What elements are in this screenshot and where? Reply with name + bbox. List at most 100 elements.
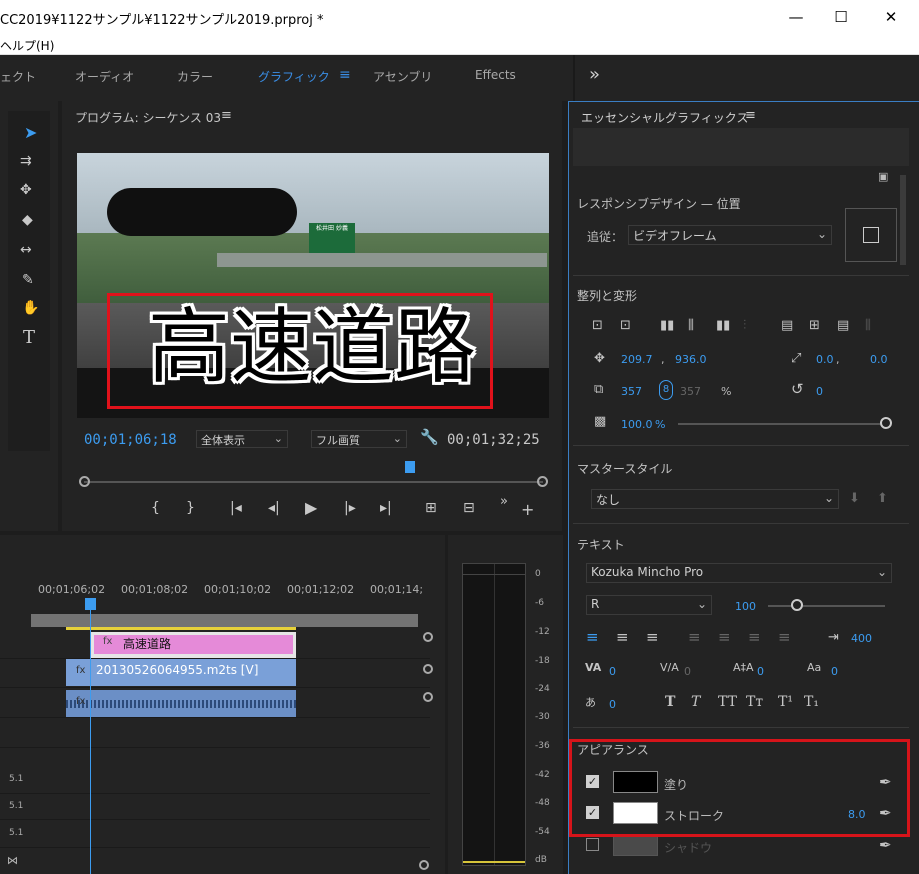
mark-in-icon[interactable]: {: [151, 500, 160, 516]
nav-end-icon[interactable]: ⋈: [7, 854, 18, 867]
essential-graphics-title[interactable]: エッセンシャルグラフィックス: [581, 109, 748, 126]
opacity-slider[interactable]: [678, 423, 884, 425]
more-controls-icon[interactable]: »: [500, 494, 508, 509]
justify-all-icon[interactable]: ≡: [778, 628, 791, 646]
scroll-handle-icon[interactable]: [423, 664, 433, 674]
go-to-out-icon[interactable]: ▸|: [380, 500, 392, 516]
leading-value[interactable]: 0: [757, 665, 764, 678]
push-style-icon[interactable]: ⬇: [849, 491, 860, 506]
layer-list[interactable]: [573, 128, 909, 166]
tab-assembly[interactable]: アセンブリ: [373, 68, 432, 85]
align-text-center-icon[interactable]: ≡: [616, 628, 629, 646]
align-center-icon[interactable]: ⊞: [809, 318, 820, 333]
tab-effects[interactable]: Effects: [475, 68, 516, 82]
font-style-select[interactable]: R ⌄: [586, 595, 712, 615]
step-forward-icon[interactable]: |▸: [344, 500, 356, 516]
eyedropper-icon[interactable]: ✒: [879, 836, 892, 854]
new-layer-icon[interactable]: ▣: [878, 170, 888, 183]
justify-center-icon[interactable]: ≡: [718, 628, 731, 646]
align-text-left-icon[interactable]: ≡: [586, 628, 599, 646]
font-size-value[interactable]: 100: [735, 600, 756, 613]
italic-button[interactable]: T: [691, 694, 700, 710]
scroll-handle-icon[interactable]: [423, 692, 433, 702]
opacity-value[interactable]: 100.0: [621, 418, 653, 431]
align-text-right-icon[interactable]: ≡: [646, 628, 659, 646]
program-monitor-title[interactable]: プログラム: シーケンス 03: [75, 109, 221, 126]
align-left-icon[interactable]: ▤: [781, 318, 793, 333]
hamburger-icon[interactable]: ≡: [339, 67, 351, 83]
tab-effects-partial[interactable]: ェクト: [0, 68, 36, 85]
small-caps-button[interactable]: Tт: [746, 694, 763, 710]
scale-value[interactable]: 357: [621, 385, 642, 398]
tab-width-value[interactable]: 400: [851, 632, 872, 645]
panel-scrollbar[interactable]: [900, 175, 906, 265]
tab-audio[interactable]: オーディオ: [75, 68, 134, 85]
selection-tool-icon[interactable]: ➤: [24, 123, 37, 142]
sync-style-icon[interactable]: ⬆: [877, 491, 888, 506]
tab-color[interactable]: カラー: [177, 68, 213, 85]
superscript-button[interactable]: T¹: [778, 694, 793, 710]
align-right-icon[interactable]: ▤: [837, 318, 849, 333]
wrench-icon[interactable]: 🔧: [420, 428, 439, 446]
graphic-clip[interactable]: fx 高速道路: [91, 632, 296, 658]
panel-menu-icon[interactable]: ≡: [745, 108, 756, 123]
play-icon[interactable]: ▶: [305, 498, 317, 517]
audio-clip[interactable]: fx: [66, 690, 296, 717]
opacity-slider-handle[interactable]: [880, 417, 892, 429]
lift-icon[interactable]: ⊞: [425, 500, 437, 516]
add-button-icon[interactable]: +: [521, 500, 534, 519]
pin-widget[interactable]: [845, 208, 897, 262]
master-style-select[interactable]: なし ⌄: [591, 489, 839, 509]
slip-tool-icon[interactable]: ↔: [20, 242, 32, 258]
scroll-handle-icon[interactable]: [423, 632, 433, 642]
quality-select[interactable]: フル画質 ⌄: [311, 430, 407, 448]
track-select-tool-icon[interactable]: ⇉: [20, 153, 32, 169]
position-y[interactable]: 936.0: [675, 353, 707, 366]
link-icon[interactable]: 8: [659, 380, 673, 400]
bold-button[interactable]: T: [665, 694, 675, 710]
current-timecode[interactable]: 00;01;06;18: [84, 432, 177, 448]
scrub-start-handle[interactable]: [79, 476, 90, 487]
shadow-checkbox[interactable]: [586, 838, 599, 851]
subscript-button[interactable]: T₁: [804, 694, 819, 710]
baseline-value[interactable]: 0: [831, 665, 838, 678]
align-horizontal-center-icon[interactable]: ⊡: [592, 318, 603, 333]
align-middle-icon[interactable]: ⫼: [688, 318, 694, 333]
go-to-in-icon[interactable]: |◂: [230, 500, 242, 516]
hand-tool-icon[interactable]: ✋: [22, 300, 39, 316]
fit-select[interactable]: 全体表示 ⌄: [196, 430, 288, 448]
maximize-button[interactable]: ☐: [818, 0, 864, 33]
font-select[interactable]: Kozuka Mincho Pro ⌄: [586, 563, 892, 583]
tab-graphics[interactable]: グラフィック: [258, 68, 330, 85]
step-back-icon[interactable]: ◂|: [268, 500, 280, 516]
justify-left-icon[interactable]: ≡: [688, 628, 701, 646]
razor-tool-icon[interactable]: ◆: [22, 212, 33, 228]
menu-help[interactable]: ヘルプ(H): [0, 37, 54, 54]
anchor-x[interactable]: 0.0: [816, 353, 834, 366]
ripple-edit-tool-icon[interactable]: ✥: [20, 182, 32, 198]
kerning-value[interactable]: 0: [609, 665, 616, 678]
tracking-value[interactable]: 0: [684, 665, 691, 678]
justify-right-icon[interactable]: ≡: [748, 628, 761, 646]
video-clip[interactable]: fx 20130526064955.m2ts [V]: [66, 659, 296, 686]
close-button[interactable]: ✕: [868, 0, 914, 33]
scrub-end-handle[interactable]: [537, 476, 548, 487]
distribute-horizontal-icon[interactable]: ⫼: [865, 318, 871, 333]
more-workspaces-icon[interactable]: »: [589, 64, 600, 85]
follow-select[interactable]: ビデオフレーム ⌄: [628, 225, 832, 245]
position-x[interactable]: 209.7: [621, 353, 653, 366]
distribute-vertical-icon[interactable]: ⫶: [743, 318, 746, 333]
align-vertical-center-icon[interactable]: ⊡: [620, 318, 631, 333]
anchor-y[interactable]: 0.0: [870, 353, 888, 366]
scrub-bar[interactable]: [84, 481, 543, 483]
type-tool-icon[interactable]: T: [23, 327, 35, 348]
font-size-slider[interactable]: [768, 605, 885, 607]
timeline-playhead[interactable]: [90, 598, 91, 874]
timeline-playhead-head[interactable]: [85, 598, 96, 610]
rotation-value[interactable]: 0: [816, 385, 823, 398]
minimize-button[interactable]: —: [773, 0, 819, 33]
extract-icon[interactable]: ⊟: [463, 500, 475, 516]
all-caps-button[interactable]: TT: [718, 694, 737, 710]
scroll-handle-icon[interactable]: [419, 860, 429, 870]
playhead-marker[interactable]: [405, 461, 415, 473]
